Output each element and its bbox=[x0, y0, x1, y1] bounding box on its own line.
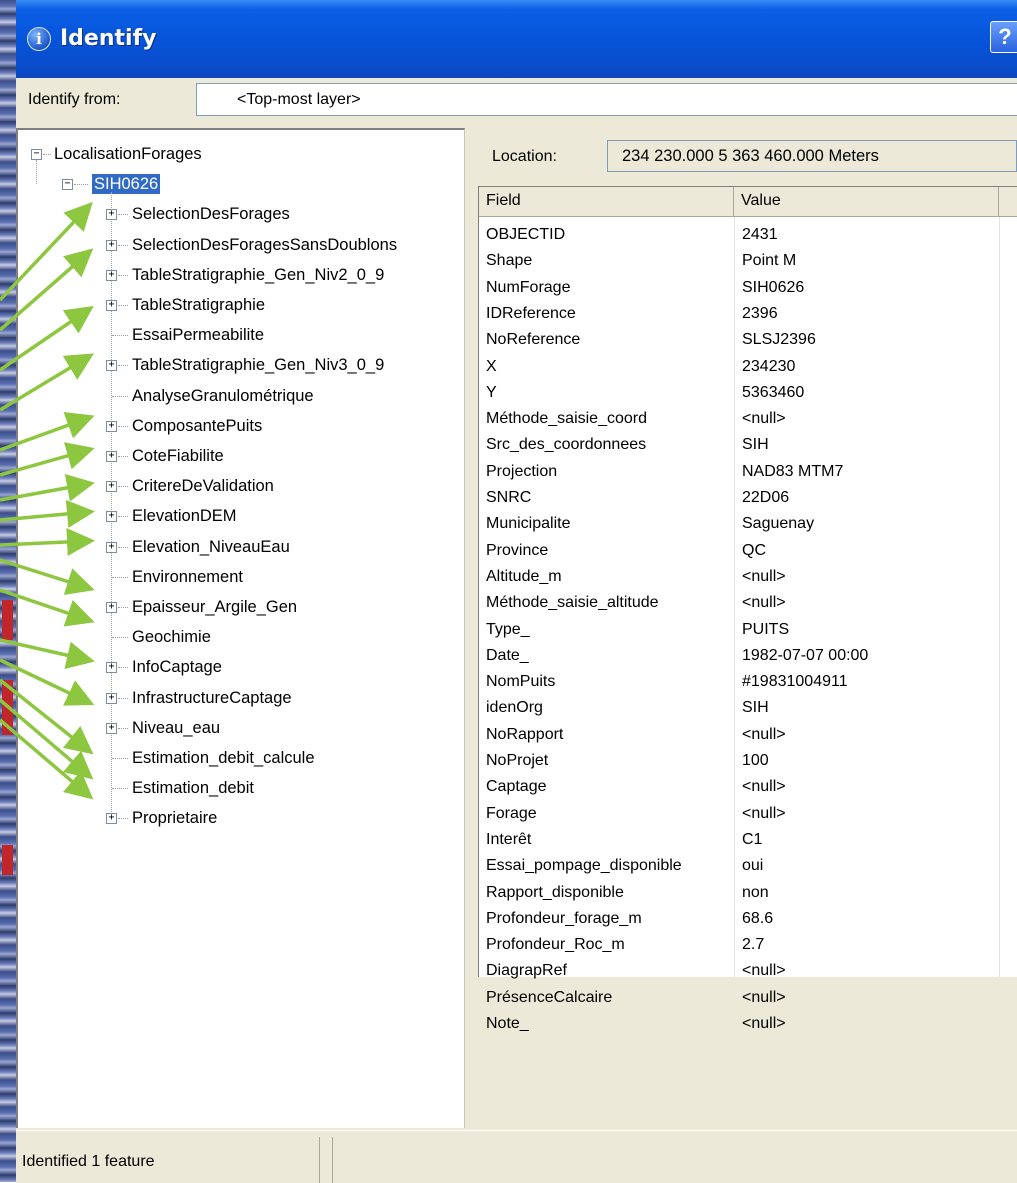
callout-arrow bbox=[0, 658, 95, 706]
callout-arrows bbox=[0, 201, 95, 800]
callout-arrow bbox=[0, 718, 94, 800]
callout-arrow bbox=[0, 412, 95, 452]
callout-arrow bbox=[0, 638, 95, 669]
callout-arrow bbox=[0, 588, 95, 627]
callout-arrow bbox=[0, 201, 93, 302]
callout-arrow bbox=[0, 558, 95, 595]
callout-arrow bbox=[0, 527, 95, 556]
callout-arrow bbox=[0, 442, 95, 477]
callout-arrow bbox=[0, 473, 95, 502]
callout-arrow bbox=[0, 353, 94, 412]
callout-arrow bbox=[0, 499, 95, 528]
